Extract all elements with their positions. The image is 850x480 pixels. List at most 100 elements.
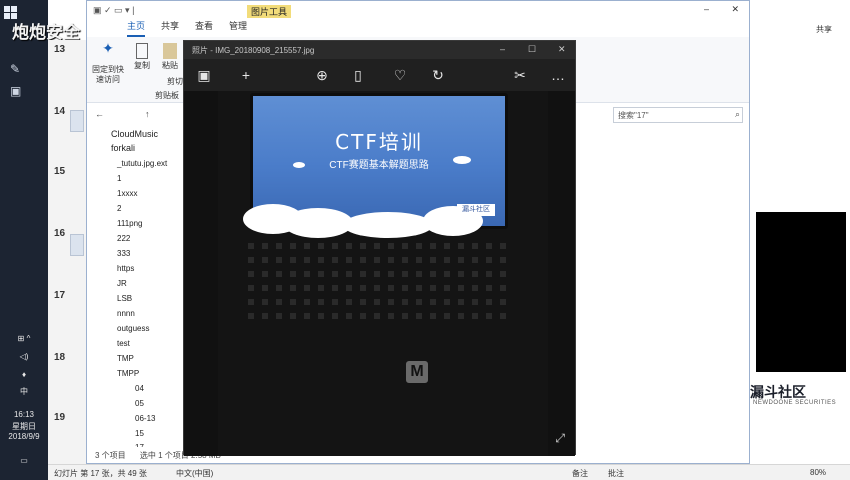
tree-item[interactable]: TMP — [117, 354, 134, 363]
slide-thumbnail[interactable] — [70, 110, 84, 132]
network-icon[interactable]: ⊞ ^ — [0, 334, 48, 343]
up-icon[interactable]: ↑ — [145, 109, 150, 119]
tree-item[interactable]: JR — [117, 279, 127, 288]
ribbon-tabs: 主页 共享 查看 管理 — [87, 19, 749, 37]
keyboard-row — [248, 285, 510, 291]
volume-icon[interactable]: ◁) — [0, 352, 48, 361]
tab-manage[interactable]: 管理 — [229, 19, 247, 37]
tree-item[interactable]: 333 — [117, 249, 130, 258]
tab-share[interactable]: 共享 — [161, 19, 179, 37]
slide-image — [756, 212, 846, 372]
keyboard-row — [248, 313, 510, 319]
laptop-screen: CTF培训 CTF赛题基本解题思路 漏斗社区 — [243, 93, 508, 238]
ime-indicator[interactable]: 中 — [0, 386, 48, 397]
watermark-logo: 漏斗社区 — [750, 385, 806, 401]
maximize-button[interactable]: ☐ — [528, 44, 536, 55]
copy-icon — [136, 43, 148, 59]
tab-home[interactable]: 主页 — [127, 19, 146, 37]
expand-icon[interactable]: ⤢ — [555, 431, 565, 446]
language-indicator[interactable]: 中文(中国) — [176, 468, 213, 479]
pen-icon[interactable]: ✎ — [10, 62, 28, 78]
tree-item[interactable]: 1 — [117, 174, 121, 183]
add-icon[interactable]: + — [238, 67, 254, 83]
close-button[interactable]: ✕ — [731, 4, 739, 15]
tree-item[interactable]: 222 — [117, 234, 130, 243]
slide-number: 18 — [54, 352, 66, 363]
usb-icon[interactable]: ♦ — [0, 370, 48, 379]
navigation-tree: CloudMusic forkali _tututu.jpg.ext 1 1xx… — [87, 125, 187, 452]
search-input[interactable]: 搜索"17" — [613, 107, 743, 123]
keyboard-row — [248, 243, 510, 249]
cloud — [343, 212, 433, 238]
minimize-button[interactable]: – — [500, 44, 505, 54]
slide-number: 15 — [54, 166, 66, 177]
explorer-titlebar: ▣ ✓ ▭ ▾ | 图片工具 – ✕ — [87, 1, 749, 19]
slide-subtitle: CTF赛题基本解题思路 — [329, 160, 429, 171]
slide-counter: 幻灯片 第 17 张，共 49 张 — [54, 469, 147, 478]
background-slide: 共享 漏斗社区 NEWDOONE SECURITIES — [750, 0, 850, 480]
pin-button[interactable]: ✦ 固定到快速访问 — [91, 40, 125, 85]
tree-item[interactable]: 15 — [135, 429, 144, 438]
edit-icon[interactable]: ✂ — [512, 67, 528, 83]
tree-item[interactable]: 1xxxx — [117, 189, 137, 198]
slide-thumbnail-strip: 13 14 15 16 17 18 19 — [48, 40, 88, 480]
tree-item[interactable]: LSB — [117, 294, 132, 303]
tree-item[interactable]: nnnn — [117, 309, 135, 318]
tree-item[interactable]: test — [117, 339, 130, 348]
quick-access-icons[interactable]: ▣ ✓ ▭ ▾ | — [93, 5, 134, 16]
clock-weekday: 星期日 — [12, 422, 36, 431]
tree-item[interactable]: 04 — [135, 384, 144, 393]
context-tab[interactable]: 图片工具 — [247, 5, 292, 18]
image-icon[interactable]: ▣ — [196, 67, 212, 83]
heart-icon[interactable]: ♡ — [392, 67, 408, 83]
tree-item[interactable]: 111png — [117, 219, 143, 228]
viewer-title: 照片 - IMG_20180908_215557.jpg — [184, 41, 575, 59]
tree-item[interactable]: 2 — [117, 204, 121, 213]
watermark-subtitle: NEWDOONE SECURITIES — [753, 400, 837, 406]
tree-item[interactable]: CloudMusic — [111, 129, 158, 139]
zoom-level[interactable]: 80% — [810, 468, 826, 477]
tree-item[interactable]: 05 — [135, 399, 144, 408]
photo-canvas[interactable]: CTF培训 CTF赛题基本解题思路 漏斗社区 M ⤢ — [184, 91, 575, 456]
item-count: 3 个项目 — [95, 451, 126, 460]
slide-number: 19 — [54, 412, 66, 423]
laptop-logo-icon: M — [406, 361, 428, 383]
viewer-toolbar: ▣ + ⊕ ▯ ♡ ↻ ✂ … — [184, 59, 575, 91]
clock-time[interactable]: 16:13 — [0, 410, 48, 419]
paste-icon — [163, 43, 177, 59]
minimize-button[interactable]: – — [704, 4, 709, 14]
slide-title: CTF培训 — [335, 130, 423, 154]
back-icon[interactable]: ← — [95, 109, 104, 119]
rotate-icon[interactable]: ↻ — [430, 67, 446, 83]
keyboard-row — [248, 257, 510, 263]
tree-item[interactable]: https — [117, 264, 134, 273]
image-icon[interactable]: ▣ — [10, 84, 28, 100]
notification-icon[interactable]: ▭ — [0, 456, 48, 465]
delete-icon[interactable]: ▯ — [350, 67, 366, 83]
paste-button[interactable]: 粘贴 — [159, 43, 181, 71]
close-button[interactable]: ✕ — [558, 44, 566, 55]
tree-item[interactable]: forkali — [111, 143, 135, 153]
slide-thumbnail[interactable] — [70, 234, 84, 256]
zoom-icon[interactable]: ⊕ — [314, 67, 330, 83]
tree-item[interactable]: 06-13 — [135, 414, 155, 423]
search-icon[interactable]: ⌕ — [735, 109, 740, 120]
clipboard-group-label: 剪贴板 — [155, 91, 179, 100]
share-label[interactable]: 共享 — [816, 24, 832, 35]
comments-button[interactable]: 批注 — [608, 468, 624, 479]
laptop-keyboard — [248, 241, 510, 351]
tree-item[interactable]: _tututu.jpg.ext — [117, 159, 167, 168]
more-icon[interactable]: … — [550, 67, 566, 83]
presentation-statusbar: 幻灯片 第 17 张，共 49 张 中文(中国) 备注 批注 80% — [48, 464, 850, 480]
slide-number: 14 — [54, 106, 66, 117]
copy-button[interactable]: 复制 — [131, 43, 153, 71]
keyboard-row — [248, 299, 510, 305]
notes-button[interactable]: 备注 — [572, 468, 588, 479]
laptop-photo: CTF培训 CTF赛题基本解题思路 漏斗社区 M — [218, 91, 548, 456]
pin-icon: ✦ — [102, 40, 114, 56]
slide-number: 16 — [54, 228, 66, 239]
tree-item[interactable]: TMPP — [117, 369, 139, 378]
tree-item[interactable]: outguess — [117, 324, 149, 333]
tab-view[interactable]: 查看 — [195, 19, 213, 37]
keyboard-row — [248, 271, 510, 277]
